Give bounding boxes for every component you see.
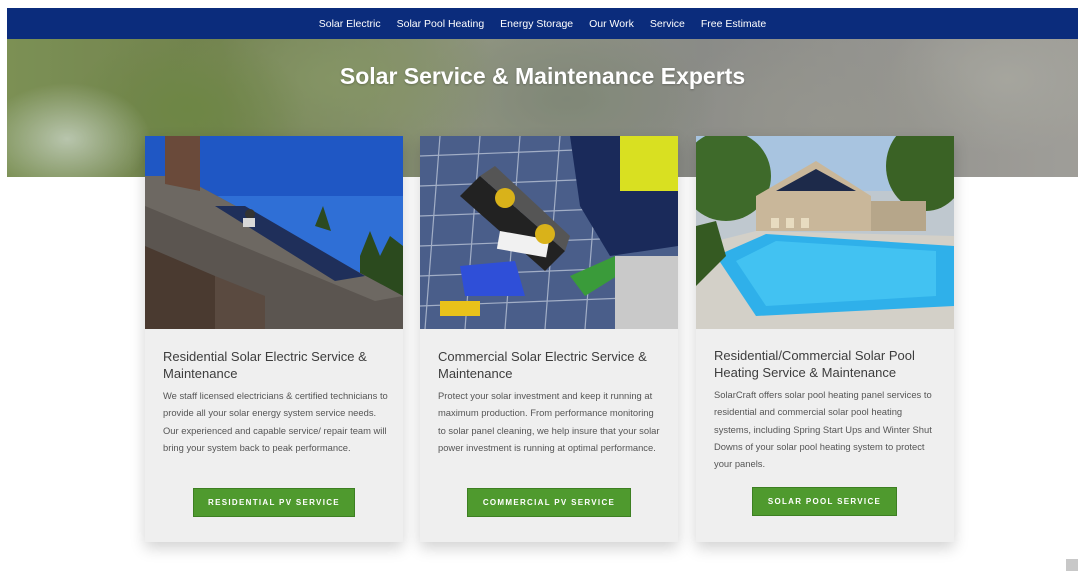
card-title: Residential/Commercial Solar Pool Heatin…: [714, 347, 944, 381]
nav-item-solar-pool-heating[interactable]: Solar Pool Heating: [389, 18, 493, 30]
card-title: Residential Solar Electric Service & Mai…: [163, 348, 393, 382]
nav-item-free-estimate[interactable]: Free Estimate: [693, 18, 774, 30]
nav-item-our-work[interactable]: Our Work: [581, 18, 642, 30]
service-card-commercial: Commercial Solar Electric Service & Main…: [420, 136, 678, 542]
technician-laptop-panels-photo: [420, 136, 678, 329]
card-description: SolarCraft offers solar pool heating pan…: [714, 386, 940, 472]
nav-item-energy-storage[interactable]: Energy Storage: [492, 18, 581, 30]
service-card-pool: Residential/Commercial Solar Pool Heatin…: [696, 136, 954, 542]
card-description: Protect your solar investment and keep i…: [438, 387, 664, 456]
residential-pv-service-button[interactable]: RESIDENTIAL PV SERVICE: [193, 488, 355, 517]
pool-solar-photo: [696, 136, 954, 329]
card-description: We staff licensed electricians & certifi…: [163, 387, 389, 456]
service-card-residential: Residential Solar Electric Service & Mai…: [145, 136, 403, 542]
nav-item-solar-electric[interactable]: Solar Electric: [311, 18, 389, 30]
scroll-to-top-button[interactable]: [1066, 559, 1078, 571]
card-title: Commercial Solar Electric Service & Main…: [438, 348, 668, 382]
main-nav: Solar Electric Solar Pool Heating Energy…: [7, 8, 1078, 39]
solar-pool-service-button[interactable]: SOLAR POOL SERVICE: [752, 487, 897, 516]
residential-roof-solar-photo: [145, 136, 403, 329]
page-title: Solar Service & Maintenance Experts: [7, 63, 1078, 90]
commercial-pv-service-button[interactable]: COMMERCIAL PV SERVICE: [467, 488, 631, 517]
nav-item-service[interactable]: Service: [642, 18, 693, 30]
